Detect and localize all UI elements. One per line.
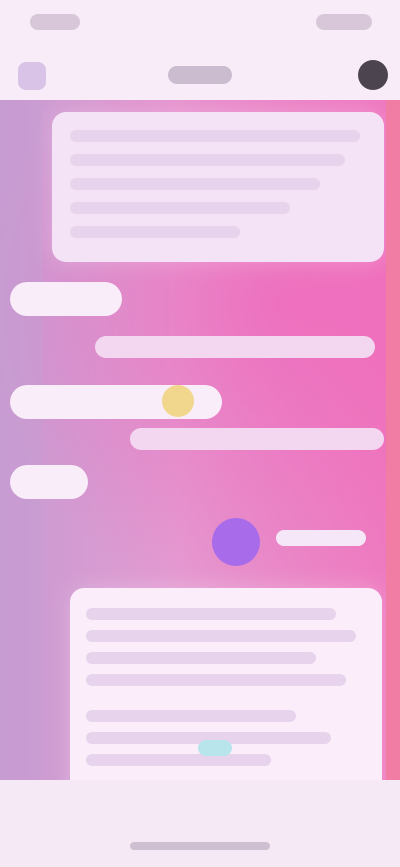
message-strip	[130, 428, 384, 450]
message-line	[70, 130, 360, 142]
assistant-avatar	[212, 518, 260, 566]
chat-area	[0, 100, 400, 780]
profile-avatar[interactable]	[358, 60, 388, 90]
status-bar	[0, 0, 400, 52]
message-line	[70, 202, 290, 214]
message-line	[86, 710, 296, 722]
message-strip	[95, 336, 375, 358]
suggestion-chip[interactable]	[10, 465, 88, 499]
top-app-bar	[0, 52, 400, 100]
menu-icon[interactable]	[18, 62, 46, 90]
suggestion-chip[interactable]	[10, 282, 122, 316]
home-indicator	[130, 842, 270, 850]
status-dot	[198, 740, 232, 756]
top-message-card	[52, 112, 384, 262]
message-line	[86, 754, 271, 766]
message-line	[70, 154, 345, 166]
emoji-icon	[162, 385, 194, 417]
message-line	[86, 652, 316, 664]
left-rail	[0, 100, 42, 780]
message-line	[86, 674, 346, 686]
assistant-name-placeholder	[276, 530, 366, 546]
message-line	[70, 178, 320, 190]
message-line	[70, 226, 240, 238]
status-time-placeholder	[30, 14, 80, 30]
status-icons	[316, 14, 372, 30]
message-line	[86, 630, 356, 642]
message-line	[86, 608, 336, 620]
app-title-placeholder	[168, 66, 232, 84]
bottom-bar	[0, 780, 400, 867]
